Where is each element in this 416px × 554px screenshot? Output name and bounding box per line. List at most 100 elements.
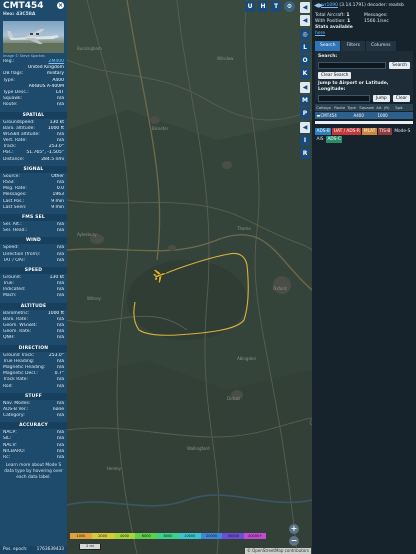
clear-search-button[interactable]: Clear Search — [318, 72, 352, 79]
legend-segment: 40000+ — [244, 533, 267, 539]
map-label: Aylesbury — [77, 232, 97, 237]
detail-label[interactable]: Distance: — [3, 157, 24, 163]
row-altitude: 1000 — [377, 113, 388, 118]
clear-search-row: Clear Search — [318, 71, 410, 80]
button-h[interactable]: H — [258, 1, 268, 12]
button-l[interactable]: L — [300, 41, 310, 53]
tab-columns[interactable]: Columns — [365, 41, 396, 51]
search-tab-body: Search: Search Clear Search Jump to Airp… — [315, 51, 413, 102]
jump-input[interactable] — [318, 95, 370, 102]
detail-label[interactable]: Sel. Head.: — [3, 228, 27, 234]
button-i[interactable]: I — [300, 134, 310, 146]
button-k[interactable]: K — [300, 68, 310, 80]
jump-button[interactable]: Jump — [372, 95, 390, 102]
legend-segment: 8000 — [157, 533, 179, 539]
collapse-arrow-icon[interactable]: ◀▶ — [314, 2, 323, 9]
button-p[interactable]: P — [300, 108, 310, 120]
layers-icon[interactable]: ◎ — [300, 28, 310, 40]
pos-epoch-label: Pos. epoch: — [3, 547, 28, 552]
close-icon[interactable]: × — [57, 2, 64, 9]
col-callsign[interactable]: Callsign — [315, 104, 333, 111]
button-t[interactable]: T — [271, 1, 281, 12]
legend-segment: 1000 — [70, 533, 92, 539]
zoom-in-button[interactable]: + — [289, 524, 299, 534]
legend-segment: 2000 — [91, 533, 114, 539]
source-legend: ADS-B UAT / ADS-R MLAT TIS-B Mode-S AIS … — [312, 124, 416, 143]
detail-label[interactable]: TAT / OAT: — [3, 258, 25, 264]
detail-row: Last Seen: 9 min — [0, 205, 67, 211]
detail-label[interactable]: Last Seen: — [3, 205, 27, 211]
aircraft-photo[interactable] — [3, 21, 64, 53]
aircraft-photo-image — [3, 29, 64, 53]
chevron-left-icon[interactable]: ◀ — [300, 121, 310, 133]
button-o[interactable]: O — [300, 55, 310, 67]
badge-tisb: TIS-B — [377, 128, 392, 135]
decoder-header: ◀▶ wr1090 (3.14.1791) decoder: readsb — [312, 0, 416, 11]
detail-value: n/a — [56, 228, 64, 234]
col-squawk[interactable]: Squawk — [358, 104, 375, 111]
map-label: Winslow — [217, 56, 234, 61]
info-row: Route: n/a — [0, 102, 67, 108]
detail-row: QNH: n/a — [0, 335, 67, 341]
tar1090-app: CMT454 Hex: 43C58A × Image © Steve Spark… — [0, 0, 416, 554]
total-aircraft-label: Total Aircraft: — [315, 13, 345, 18]
detail-row: Distance: 284.5 nmi — [0, 157, 67, 163]
detail-value: n/a — [56, 335, 64, 341]
decoder-version: (3.14.1791) decoder: readsb — [339, 3, 404, 8]
chevron-left-icon[interactable]: ◀ — [300, 2, 310, 13]
tab-filters[interactable]: Filters — [341, 41, 365, 51]
settings-gear-icon[interactable]: ⚙ — [284, 1, 295, 12]
map-label: Didcot — [227, 396, 240, 401]
col-altitude[interactable]: Alt. (ft) — [375, 104, 394, 111]
total-aircraft-value: 1 — [346, 13, 350, 18]
table-row[interactable]: ▬ CMT454 A400 1000 — [315, 112, 413, 119]
decoder-link[interactable]: wr1090 — [321, 3, 338, 8]
button-u[interactable]: U — [245, 1, 255, 12]
aircraft-basic-info: Reg.: ZM400 United Kingdom DB flags: militar… — [0, 59, 67, 109]
legend-segment: 4000 — [113, 533, 136, 539]
learn-more-note: Learn more about Mode S data type by hov… — [4, 463, 63, 481]
detail-value: n/a — [56, 383, 64, 389]
info-label: Type: — [3, 77, 15, 83]
detail-label[interactable]: Rc: — [3, 455, 10, 461]
aircraft-info-panel: CMT454 Hex: 43C58A × Image © Steve Spark… — [0, 0, 67, 554]
tab-search[interactable]: Search — [315, 41, 341, 51]
badge-adsc: ADS-C — [325, 136, 343, 143]
map-attribution[interactable]: © OpenStreetMap contributors — [244, 548, 311, 554]
with-position-value: 1 — [347, 19, 351, 24]
detail-label[interactable]: Category: — [3, 413, 25, 419]
chevron-left-icon[interactable]: ◀ — [300, 81, 310, 93]
clear-jump-button[interactable]: Clear — [392, 95, 410, 102]
aircraft-detail-sections: SPATIAL Groundspeed: 130 kt Baro. altitude:… — [0, 111, 67, 462]
badge-modes: Mode-S — [394, 129, 411, 134]
legend-segment: 30000 — [222, 533, 245, 539]
map-label: Abingdon — [237, 356, 256, 361]
map-label: Henley — [107, 466, 122, 471]
detail-label[interactable]: Mach: — [3, 293, 16, 299]
col-type[interactable]: Type — [346, 104, 358, 111]
col-speed[interactable]: Spd. — [394, 104, 403, 111]
button-r[interactable]: R — [300, 148, 310, 160]
detail-label[interactable]: Roll: — [3, 384, 13, 390]
detail-value: n/a — [56, 455, 64, 460]
search-input[interactable] — [318, 62, 387, 69]
col-route[interactable]: Route — [333, 104, 346, 111]
map-label: Bicester — [152, 126, 169, 131]
button-m[interactable]: M — [300, 95, 310, 107]
zoom-out-button[interactable]: − — [289, 536, 299, 546]
badge-uat: UAT / ADS-R — [332, 128, 362, 135]
search-button[interactable]: Search — [389, 62, 410, 69]
detail-label[interactable]: QNH: — [3, 335, 15, 341]
chevron-left-icon[interactable]: ◀ — [300, 15, 310, 27]
map-view[interactable]: Buckingham Winslow Bicester Thame Aylesb… — [67, 0, 312, 554]
aircraft-hex: Hex: 43C58A — [3, 12, 36, 17]
detail-row: TAT / OAT: n/a — [0, 258, 67, 264]
section-header: ALTITUDE — [0, 302, 67, 310]
section-header: SIGNAL — [0, 165, 67, 173]
info-value: n/a — [56, 102, 64, 108]
stats-here-link[interactable]: here — [315, 31, 325, 36]
messages-rate: 1566.1/sec — [364, 19, 389, 24]
row-callsign: CMT454 — [320, 113, 337, 118]
map-canvas[interactable]: Buckingham Winslow Bicester Thame Aylesb… — [67, 0, 312, 554]
stats-available-text: Stats available — [315, 25, 353, 30]
